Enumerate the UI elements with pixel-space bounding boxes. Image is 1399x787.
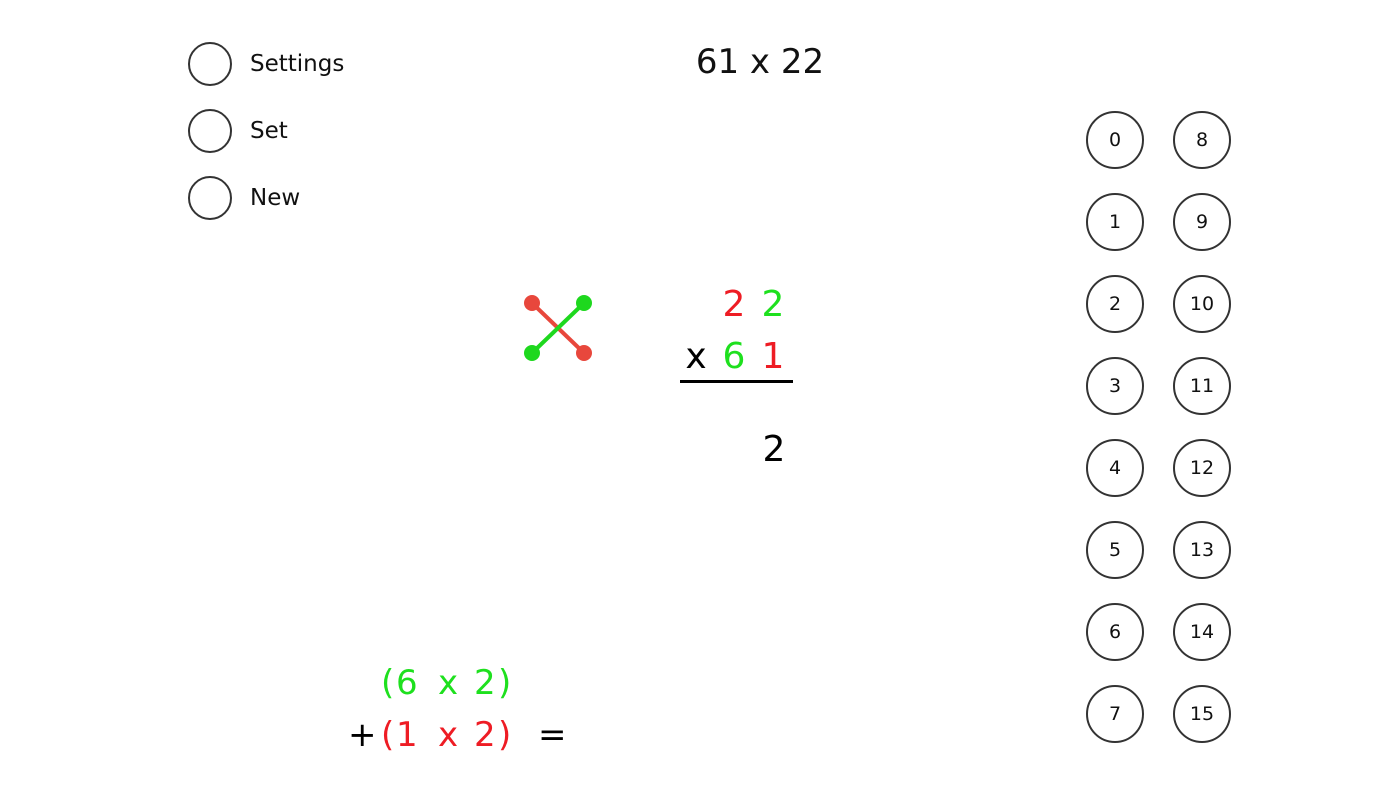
number-button-8[interactable]: 8 bbox=[1173, 111, 1231, 169]
number-button-3[interactable]: 3 bbox=[1086, 357, 1144, 415]
menu-new-label: New bbox=[250, 185, 301, 211]
menu-set-label: Set bbox=[250, 118, 288, 144]
radio-circle-icon[interactable] bbox=[188, 42, 232, 86]
number-button-14[interactable]: 14 bbox=[1173, 603, 1231, 661]
number-button-2[interactable]: 2 bbox=[1086, 275, 1144, 333]
problem-title: 61 x 22 bbox=[695, 42, 825, 82]
menu-settings-label: Settings bbox=[250, 51, 345, 77]
equation-line2-close: ) bbox=[498, 715, 512, 755]
equation-line1-close: ) bbox=[498, 663, 512, 703]
number-button-1[interactable]: 1 bbox=[1086, 193, 1144, 251]
multiply-operator: x bbox=[685, 336, 707, 377]
number-button-4[interactable]: 4 bbox=[1086, 439, 1144, 497]
menu-set[interactable]: Set bbox=[188, 107, 288, 155]
number-button-11[interactable]: 11 bbox=[1173, 357, 1231, 415]
bottom-digit-tens: 6 bbox=[722, 336, 746, 377]
number-button-12[interactable]: 12 bbox=[1173, 439, 1231, 497]
number-button-7[interactable]: 7 bbox=[1086, 685, 1144, 743]
equation-plus: + bbox=[348, 715, 377, 755]
radio-circle-icon[interactable] bbox=[188, 176, 232, 220]
equation-line2-op: x bbox=[438, 715, 459, 755]
equation-line1-b: 2 bbox=[474, 663, 496, 703]
equation-line2-a: 1 bbox=[396, 715, 418, 755]
number-button-6[interactable]: 6 bbox=[1086, 603, 1144, 661]
cross-multiply-icon bbox=[524, 295, 592, 361]
top-digit-tens: 2 bbox=[722, 284, 746, 325]
number-button-0[interactable]: 0 bbox=[1086, 111, 1144, 169]
menu-new[interactable]: New bbox=[188, 174, 300, 222]
equation-equals: = bbox=[538, 715, 567, 755]
equation-line1-op: x bbox=[438, 663, 459, 703]
equation-line2-b: 2 bbox=[474, 715, 496, 755]
equation-line1-open: ( bbox=[381, 663, 395, 703]
equation-line1-a: 6 bbox=[396, 663, 418, 703]
radio-circle-icon[interactable] bbox=[188, 109, 232, 153]
menu-settings[interactable]: Settings bbox=[188, 40, 344, 88]
number-button-5[interactable]: 5 bbox=[1086, 521, 1144, 579]
number-button-9[interactable]: 9 bbox=[1173, 193, 1231, 251]
top-digit-ones: 2 bbox=[761, 284, 785, 325]
multiplication-rule bbox=[680, 380, 793, 383]
number-button-15[interactable]: 15 bbox=[1173, 685, 1231, 743]
equation-line2-open: ( bbox=[381, 715, 395, 755]
number-button-13[interactable]: 13 bbox=[1173, 521, 1231, 579]
bottom-digit-ones: 1 bbox=[761, 336, 785, 377]
answer-digit: 2 bbox=[762, 429, 786, 470]
number-button-10[interactable]: 10 bbox=[1173, 275, 1231, 333]
